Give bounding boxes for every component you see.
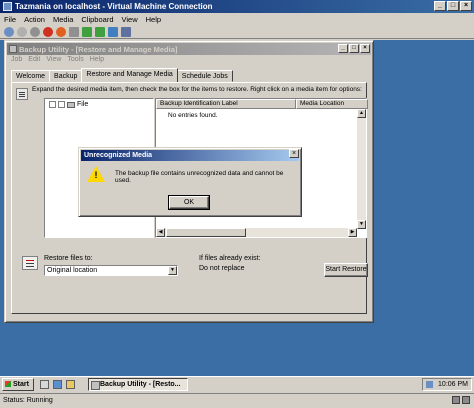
ctrl-alt-del-icon[interactable]	[4, 26, 14, 37]
clock: 10:06 PM	[438, 381, 468, 388]
vm-title: Tazmania on localhost - Virtual Machine …	[15, 2, 213, 11]
backup-menu-help[interactable]: Help	[90, 56, 104, 66]
backup-app-icon	[9, 45, 17, 53]
show-desktop-icon[interactable]	[40, 380, 49, 389]
ok-button[interactable]: OK	[168, 195, 210, 210]
vm-toolbar	[0, 25, 474, 39]
tab-welcome[interactable]: Welcome	[11, 70, 51, 82]
taskbar-backup-utility[interactable]: Backup Utility - [Resto...	[88, 378, 188, 391]
menu-action[interactable]: Action	[24, 15, 45, 24]
backup-tabs: Welcome Backup Restore and Manage Media …	[11, 68, 233, 82]
vertical-scrollbar[interactable]: ▲ ▼	[357, 109, 366, 229]
scroll-up-icon[interactable]: ▲	[357, 109, 366, 118]
minimize-button[interactable]: _	[434, 1, 446, 11]
tab-backup[interactable]: Backup	[49, 70, 83, 82]
backup-title-bar: Backup Utility - [Restore and Manage Med…	[7, 43, 371, 55]
lock-icon	[452, 396, 460, 404]
dialog-close-button[interactable]: ×	[289, 149, 299, 158]
backup-menu-job[interactable]: Job	[11, 56, 22, 66]
tree-checkbox[interactable]	[58, 101, 65, 108]
backup-title: Backup Utility - [Restore and Manage Med…	[19, 44, 178, 54]
menu-view[interactable]: View	[122, 15, 138, 24]
restore-location-icon	[22, 256, 38, 270]
tab-restore-manage-media[interactable]: Restore and Manage Media	[81, 68, 178, 82]
backup-close-button[interactable]: ×	[360, 44, 370, 53]
vm-app-icon	[3, 2, 12, 11]
menu-media[interactable]: Media	[53, 15, 73, 24]
tree-item-label: File	[77, 101, 89, 108]
taskbar: Start Backup Utility - [Resto... 10:06 P…	[0, 376, 474, 392]
close-button[interactable]: ×	[460, 1, 472, 11]
turn-off-icon[interactable]	[30, 26, 40, 37]
col-media-location[interactable]: Media Location	[296, 99, 368, 109]
menu-file[interactable]: File	[4, 15, 16, 24]
backup-minimize-button[interactable]: _	[338, 44, 348, 53]
unrecognized-media-dialog: Unrecognized Media × ! The backup file c…	[78, 147, 302, 217]
dialog-title: Unrecognized Media	[81, 150, 299, 161]
reset-icon[interactable]	[82, 26, 92, 37]
if-exists-value: Do not replace	[199, 265, 245, 272]
expand-box-icon[interactable]	[49, 101, 56, 108]
file-media-icon	[67, 101, 75, 108]
empty-message: No entries found.	[168, 112, 218, 119]
backup-menu-edit[interactable]: Edit	[28, 56, 40, 66]
scroll-thumb[interactable]	[166, 228, 246, 237]
network-icon[interactable]	[426, 381, 433, 388]
vm-status-bar: Status: Running	[0, 393, 474, 408]
start-icon[interactable]	[17, 26, 27, 37]
warning-mark-icon: !	[94, 170, 98, 180]
internet-explorer-icon[interactable]	[53, 380, 62, 389]
dialog-message: The backup file contains unrecognized da…	[115, 170, 284, 184]
if-exists-label: If files already exist:	[199, 255, 261, 262]
instruction-text: Expand the desired media item, then chec…	[32, 86, 362, 93]
scroll-right-icon[interactable]: ▶	[348, 228, 357, 237]
keyboard-icon	[462, 396, 470, 404]
restore-to-select[interactable]: Original location ▼	[44, 265, 178, 276]
chevron-down-icon[interactable]: ▼	[168, 266, 177, 275]
guest-desktop: Backup Utility - [Restore and Manage Med…	[0, 40, 474, 376]
horizontal-scrollbar[interactable]: ◀ ▶	[156, 228, 357, 237]
backup-menu-view[interactable]: View	[46, 56, 61, 66]
backup-menu-bar: Job Edit View Tools Help	[11, 56, 104, 66]
type-clipboard-icon[interactable]	[121, 26, 131, 37]
explorer-icon[interactable]	[66, 380, 75, 389]
scroll-down-icon[interactable]: ▼	[357, 220, 366, 229]
tree-item-file[interactable]: File	[49, 101, 88, 108]
system-tray: 10:06 PM	[422, 378, 472, 391]
snapshot-icon[interactable]	[95, 26, 105, 37]
menu-clipboard[interactable]: Clipboard	[81, 15, 113, 24]
revert-icon[interactable]	[108, 26, 118, 37]
restore-to-label: Restore files to:	[44, 255, 93, 262]
vm-title-bar: Tazmania on localhost - Virtual Machine …	[0, 0, 474, 13]
start-restore-button[interactable]: Start Restore	[324, 263, 368, 277]
vm-status: Status: Running	[3, 397, 53, 404]
backup-maximize-button[interactable]: □	[349, 44, 359, 53]
start-button[interactable]: Start	[2, 378, 34, 391]
scroll-left-icon[interactable]: ◀	[156, 228, 165, 237]
maximize-button[interactable]: □	[447, 1, 459, 11]
tab-schedule-jobs[interactable]: Schedule Jobs	[176, 70, 233, 82]
col-backup-label[interactable]: Backup Identification Label	[156, 99, 296, 109]
pause-icon[interactable]	[69, 26, 79, 37]
vm-menu-bar: File Action Media Clipboard View Help	[0, 13, 474, 25]
backup-menu-tools[interactable]: Tools	[67, 56, 83, 66]
save-state-icon[interactable]	[56, 26, 66, 37]
menu-help[interactable]: Help	[146, 15, 161, 24]
checklist-icon	[16, 88, 28, 100]
restore-to-value: Original location	[47, 267, 98, 274]
shutdown-icon[interactable]	[43, 26, 53, 37]
